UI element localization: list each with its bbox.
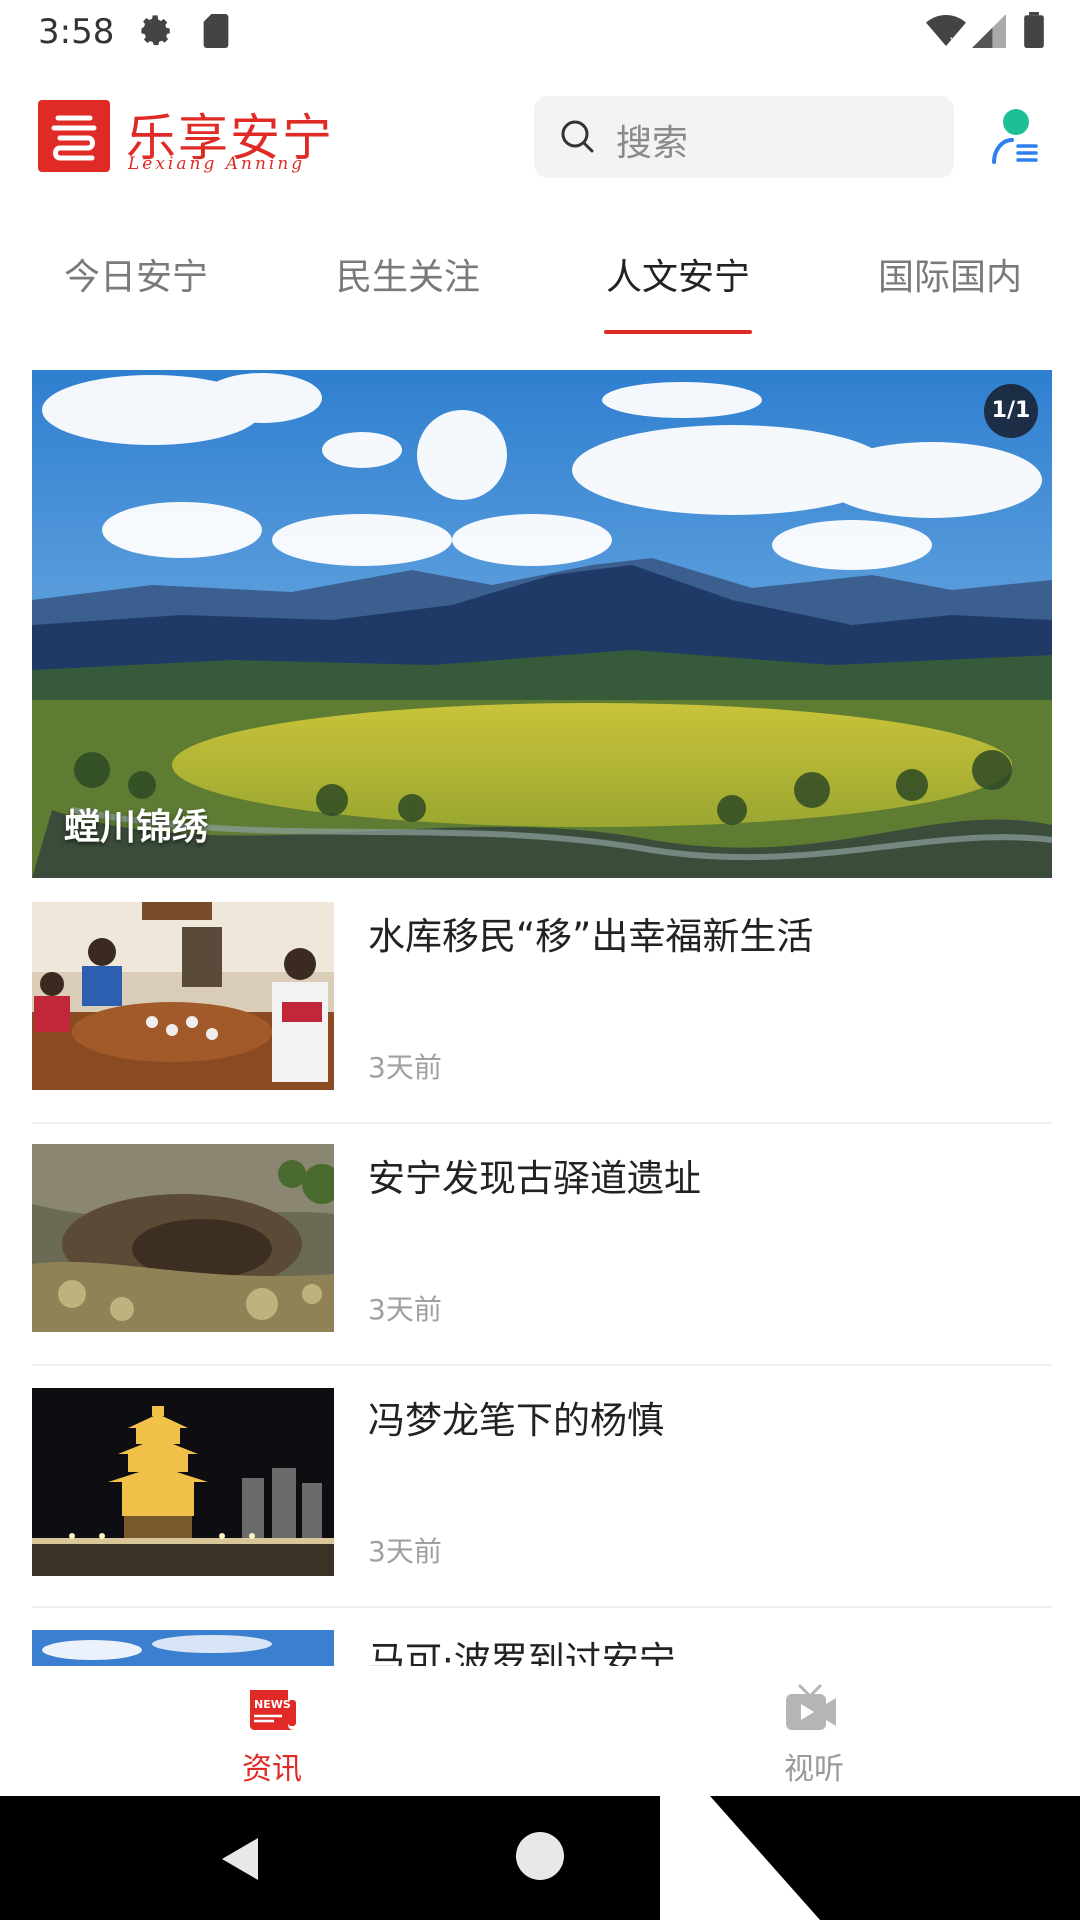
news-thumbnail[interactable] xyxy=(32,902,334,1090)
nav-news-label[interactable]: 资讯 xyxy=(232,1744,312,1788)
nav-video-label[interactable]: 视听 xyxy=(774,1744,854,1788)
back-icon[interactable] xyxy=(218,1836,262,1882)
news-title[interactable]: 水库移民“移”出幸福新生活 xyxy=(368,906,813,960)
news-title[interactable]: 冯梦龙笔下的杨慎 xyxy=(368,1390,664,1444)
search-placeholder[interactable]: 搜索 xyxy=(616,114,688,166)
news-time: 3天前 xyxy=(368,1535,442,1568)
bottom-navigation xyxy=(0,1666,1080,1806)
news-thumbnail[interactable] xyxy=(32,1144,334,1332)
battery-icon xyxy=(1024,12,1044,48)
tab-today-anning[interactable]: 今日安宁 xyxy=(16,248,256,300)
page-fold-overlay xyxy=(660,1796,820,1920)
gear-icon xyxy=(141,15,170,46)
news-time: 3天前 xyxy=(368,1293,442,1326)
tab-international[interactable]: 国际国内 xyxy=(830,248,1070,300)
video-icon[interactable] xyxy=(782,1682,838,1736)
divider xyxy=(32,1122,1052,1124)
app-logo-subtitle: Lexiang Anning xyxy=(128,154,306,174)
divider xyxy=(32,1606,1052,1608)
sd-card-icon xyxy=(203,14,229,48)
home-icon[interactable] xyxy=(516,1832,564,1880)
banner-caption: 螳川锦绣 xyxy=(64,807,209,848)
news-title[interactable]: 安宁发现古驿道遗址 xyxy=(368,1148,701,1202)
user-profile-icon[interactable] xyxy=(990,108,1040,164)
svg-text:x: x xyxy=(949,32,958,48)
search-icon[interactable] xyxy=(558,117,598,157)
tab-livelihood[interactable]: 民生关注 xyxy=(288,248,528,300)
tab-culture-anning[interactable]: 人文安宁 xyxy=(558,248,798,300)
svg-text:NEWS: NEWS xyxy=(254,1698,291,1711)
news-icon[interactable]: NEWS xyxy=(244,1684,298,1734)
status-time: 3:58 xyxy=(38,12,115,52)
banner-page-counter: 1/1 xyxy=(984,384,1038,438)
news-thumbnail[interactable] xyxy=(32,1388,334,1576)
signal-icon xyxy=(972,14,1006,48)
app-logo-icon[interactable] xyxy=(38,100,110,172)
divider xyxy=(32,1364,1052,1366)
wifi-icon: x xyxy=(926,15,966,48)
news-thumbnail[interactable] xyxy=(32,1630,334,1666)
news-time: 3天前 xyxy=(368,1051,442,1084)
active-tab-indicator xyxy=(604,330,752,334)
